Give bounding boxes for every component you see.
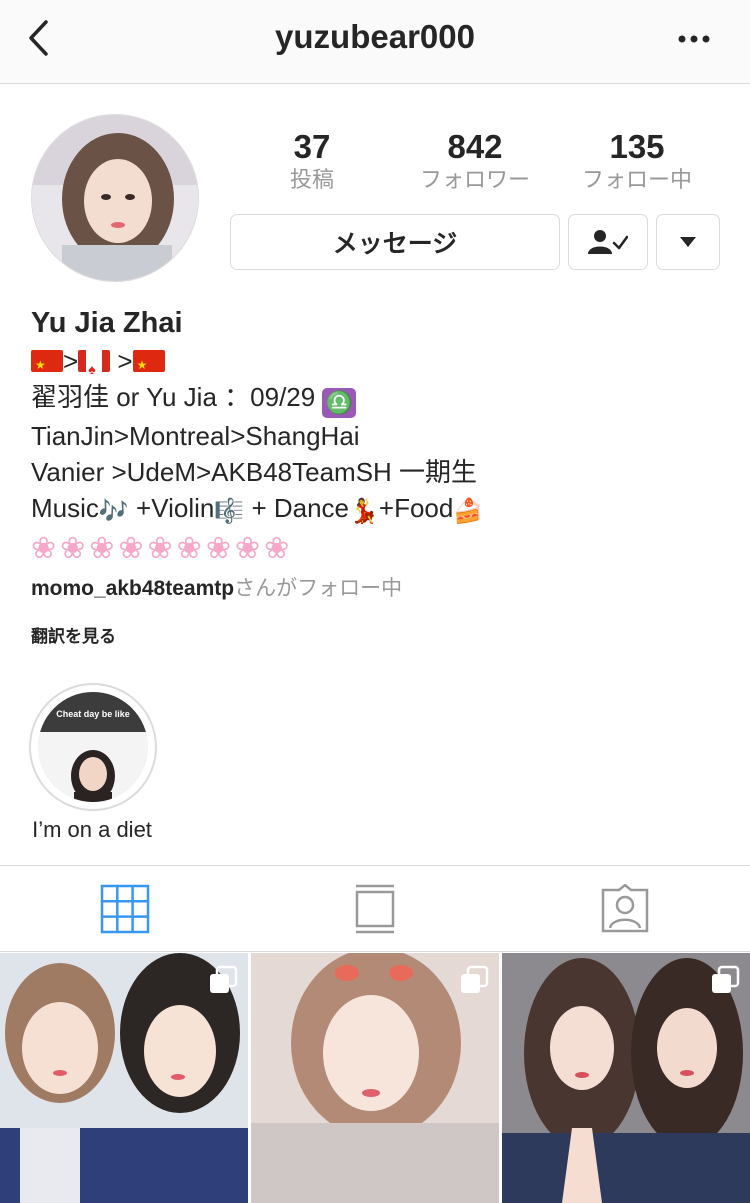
highlight-cover-image: Cheat day be like bbox=[38, 692, 148, 802]
dancer-icon: 💃 bbox=[349, 498, 379, 525]
following-count[interactable]: 135 フォロー中 bbox=[557, 128, 717, 196]
bio-line-schools: Vanier >UdeM>AKB48TeamSH 一期生 bbox=[31, 457, 478, 487]
posts-count-value: 37 bbox=[293, 128, 331, 165]
post-thumbnail[interactable] bbox=[251, 953, 499, 1203]
ellipsis-icon bbox=[678, 35, 710, 43]
avatar-photo bbox=[32, 115, 198, 281]
bio-hobby-violin: +Violin bbox=[128, 493, 215, 523]
bio-line-flags: > > bbox=[31, 343, 731, 387]
bio-line-cities: TianJin>Montreal>ShangHai bbox=[31, 421, 360, 451]
bio-hobby-music: Music bbox=[31, 493, 99, 523]
tab-tagged[interactable] bbox=[600, 883, 650, 934]
suggestions-dropdown-button[interactable] bbox=[656, 214, 720, 270]
followed-by-text[interactable]: momo_akb48teamtpさんがフォロー中 bbox=[31, 574, 731, 604]
bio-separator: > bbox=[110, 346, 133, 376]
bio-hobby-food: +Food bbox=[378, 493, 454, 523]
profile-bio: Yu Jia Zhai > > 翟羽佳 or Yu Jia ：09/29 ♎ T… bbox=[31, 303, 731, 650]
music-notes-icon: 🎶 bbox=[98, 498, 129, 525]
canada-flag-icon bbox=[78, 350, 111, 387]
carousel-icon bbox=[210, 965, 238, 993]
followers-count-value: 842 bbox=[447, 128, 503, 165]
post-thumbnail[interactable] bbox=[0, 953, 248, 1203]
bio-separator: > bbox=[63, 346, 79, 376]
profile-avatar[interactable] bbox=[31, 114, 199, 282]
followed-by-suffix: さんがフォロー中 bbox=[234, 577, 403, 600]
carousel-icon bbox=[461, 965, 489, 993]
tagged-person-icon bbox=[601, 883, 649, 933]
followers-count-label: フォロワー bbox=[419, 168, 530, 193]
cake-icon: 🍰 bbox=[453, 498, 484, 525]
followers-count[interactable]: 842 フォロワー bbox=[395, 128, 555, 196]
person-check-icon bbox=[588, 230, 628, 254]
cherry-blossom-icons: ❀❀❀❀❀❀❀❀❀ bbox=[31, 531, 294, 566]
posts-count-label: 投稿 bbox=[289, 168, 334, 193]
post-thumbnail[interactable] bbox=[502, 953, 750, 1203]
more-options-button[interactable] bbox=[668, 24, 720, 54]
story-highlight-label: I’m on a diet bbox=[32, 817, 152, 842]
libra-icon: ♎ bbox=[322, 388, 357, 418]
tab-feed[interactable] bbox=[350, 884, 400, 934]
followed-by-username: momo_akb48teamtp bbox=[31, 577, 235, 600]
bio-line-hobbies: Music🎶 +Violin🎼 + Dance💃+Food🍰 bbox=[31, 490, 731, 530]
back-button[interactable] bbox=[22, 16, 62, 60]
message-button[interactable]: メッセージ bbox=[230, 214, 560, 270]
bio-birthday-text: 翟羽佳 or Yu Jia ：09/29 bbox=[31, 382, 316, 412]
see-translation-link[interactable]: 翻訳を見る bbox=[31, 624, 731, 650]
bio-line-birthday: 翟羽佳 or Yu Jia ：09/29 ♎ bbox=[31, 379, 731, 418]
story-highlight[interactable]: Cheat day be like bbox=[29, 683, 157, 811]
carousel-icon bbox=[712, 965, 740, 993]
story-highlight-cover: Cheat day be like bbox=[38, 692, 148, 802]
china-flag-icon bbox=[132, 347, 165, 383]
chevron-left-icon bbox=[29, 20, 48, 56]
profile-display-name: Yu Jia Zhai bbox=[31, 307, 183, 339]
bio-hobby-dance: + Dance bbox=[244, 493, 350, 523]
top-nav-bar: yuzubear000 bbox=[0, 0, 750, 84]
grid-icon bbox=[100, 884, 150, 934]
feed-icon bbox=[355, 884, 395, 934]
highlight-caption: Cheat day be like bbox=[56, 709, 130, 719]
following-count-label: フォロー中 bbox=[581, 168, 692, 193]
profile-tab-bar bbox=[0, 865, 750, 952]
musical-score-icon: 🎼 bbox=[214, 498, 245, 525]
following-button[interactable] bbox=[568, 214, 648, 270]
profile-username-title: yuzubear000 bbox=[275, 18, 475, 55]
china-flag-icon bbox=[31, 347, 63, 383]
posts-count: 37 投稿 bbox=[232, 128, 392, 196]
caret-down-icon bbox=[680, 237, 696, 247]
following-count-value: 135 bbox=[609, 128, 665, 165]
tab-grid[interactable] bbox=[100, 884, 150, 934]
